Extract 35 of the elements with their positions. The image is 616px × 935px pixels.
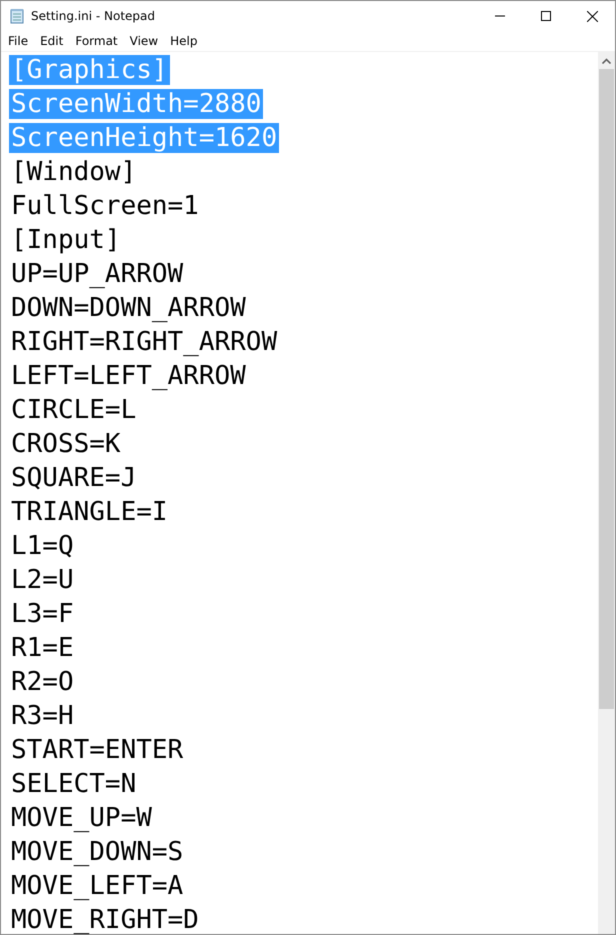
text-line: START=ENTER [10,735,184,765]
text-line: MOVE_UP=W [10,803,153,833]
scroll-thumb[interactable] [599,69,614,709]
text-line: L3=F [10,599,75,629]
text-line: L2=U [10,565,75,595]
text-line: TRIANGLE=I [10,497,169,527]
text-line: MOVE_DOWN=S [10,837,184,867]
text-line: LEFT=LEFT_ARROW [10,361,247,391]
text-line: R3=H [10,701,75,731]
text-line: CIRCLE=L [10,395,138,425]
text-line: RIGHT=RIGHT_ARROW [10,327,278,357]
notepad-icon [9,8,25,24]
text-line: MOVE_RIGHT=D [10,905,200,934]
menu-item[interactable]: File [2,34,34,48]
vertical-scrollbar[interactable] [598,52,615,934]
text-line: SELECT=N [10,769,138,799]
text-line: FullScreen=1 [10,191,200,221]
menu-item[interactable]: Format [69,34,124,48]
text-line: L1=Q [10,531,75,561]
scroll-up-icon[interactable] [602,58,611,64]
close-icon [586,10,598,22]
text-line: MOVE_LEFT=A [10,871,184,901]
text-line: UP=UP_ARROW [10,259,184,289]
text-line: [Window] [10,157,138,187]
text-line: CROSS=K [10,429,122,459]
text-line: R1=E [10,633,75,663]
maximize-icon [541,11,551,21]
window-title: Setting.ini - Notepad [31,9,156,23]
text-line: [Input] [10,225,122,255]
text-line: SQUARE=J [10,463,138,493]
text-line: R2=O [10,667,75,697]
text-line: DOWN=DOWN_ARROW [10,293,247,323]
menu-item[interactable]: Help [164,34,204,48]
menu-item[interactable]: View [124,34,164,48]
menu-item[interactable]: Edit [34,34,70,48]
